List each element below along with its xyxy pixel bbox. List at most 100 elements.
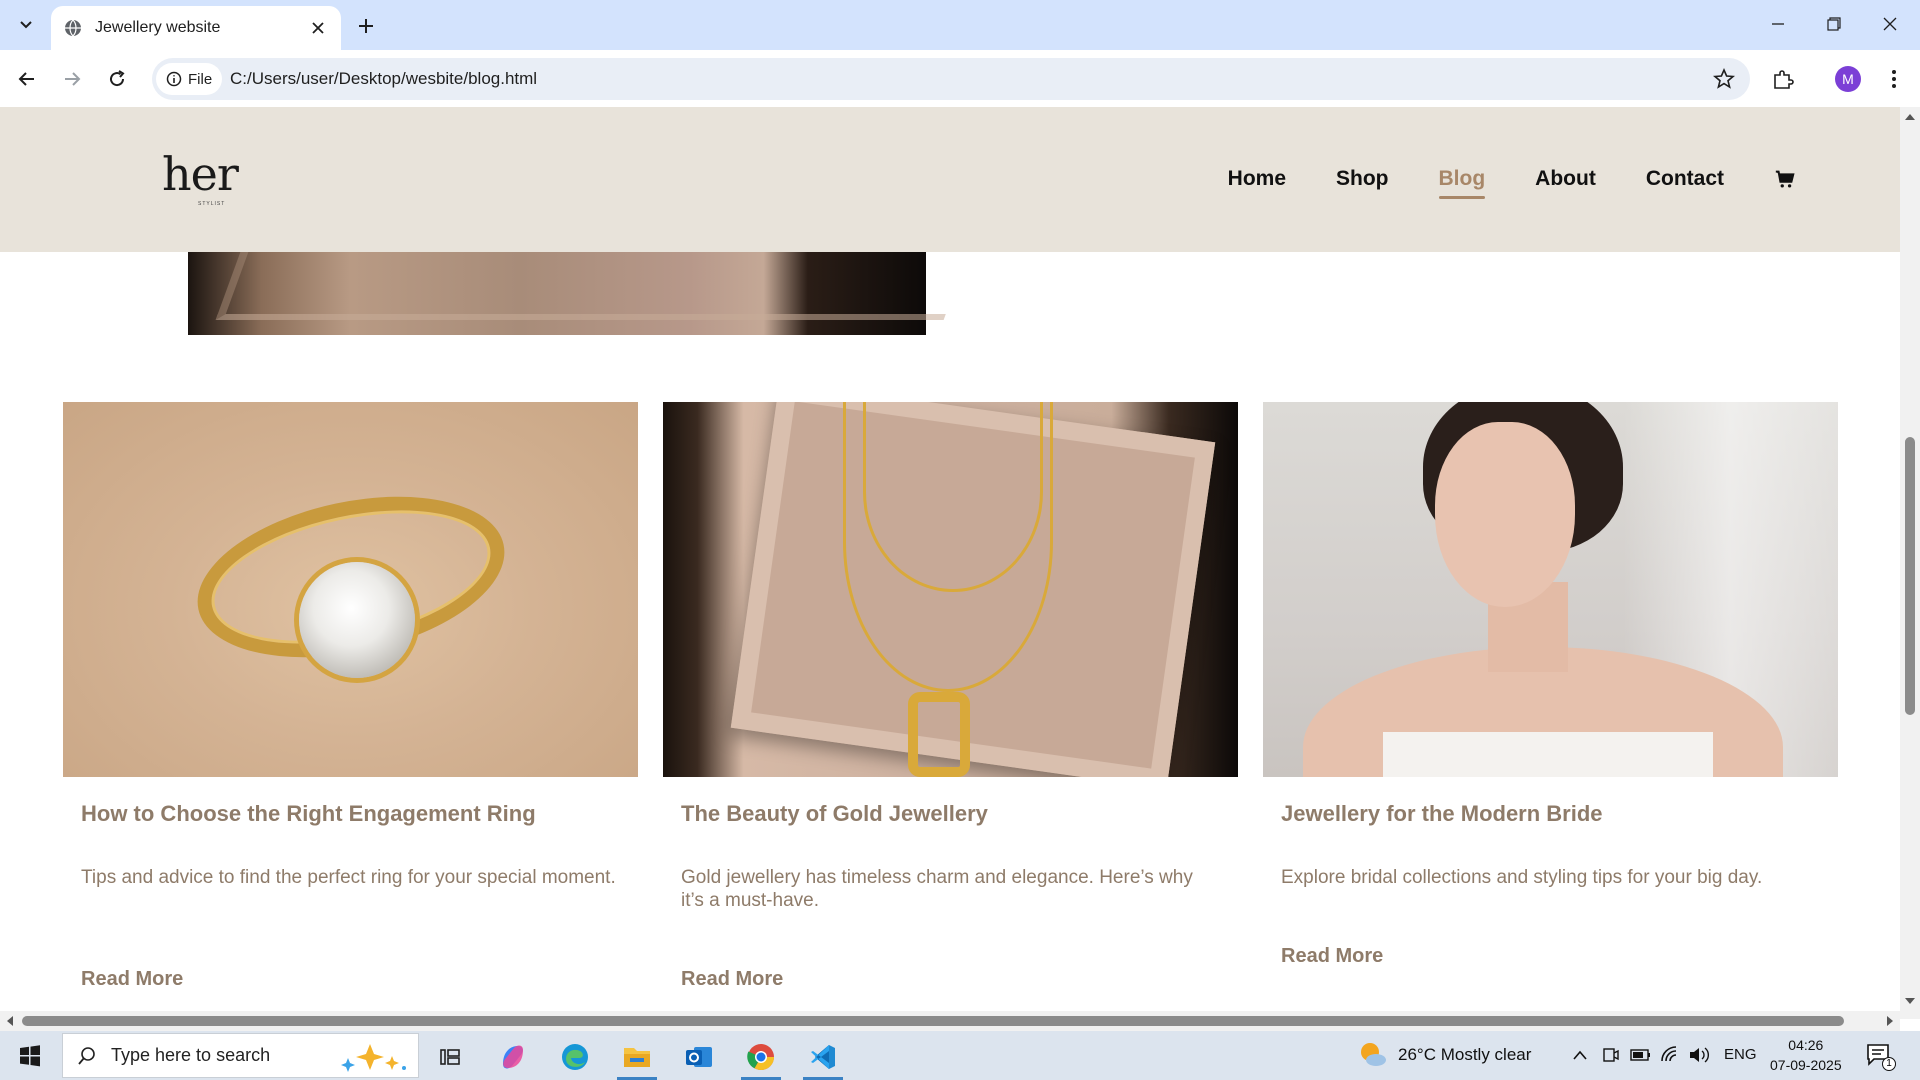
weather-moon-cloud-icon[interactable]: [1358, 1041, 1388, 1069]
read-more-link[interactable]: Read More: [681, 968, 783, 991]
profile-avatar[interactable]: M: [1835, 66, 1861, 92]
sparkle-icon: [341, 1044, 406, 1072]
search-icon: [78, 1046, 95, 1065]
globe-icon: [65, 19, 81, 37]
reload-icon: [110, 70, 125, 87]
meet-now-icon[interactable]: [1602, 1045, 1620, 1065]
browser-menu-button[interactable]: [1880, 62, 1908, 96]
volume-icon[interactable]: [1688, 1045, 1710, 1065]
bookmark-star-icon[interactable]: [1712, 67, 1736, 91]
scroll-right-arrow-icon[interactable]: [1884, 1015, 1896, 1027]
site-header: her STYLIST Home Shop Blog About Contact: [0, 107, 1900, 252]
tab-title: Jewellery website: [95, 19, 221, 36]
taskbar-clock[interactable]: 04:26 07-09-2025: [1770, 1035, 1842, 1075]
logo-text: her: [162, 147, 239, 201]
taskbar-search-box[interactable]: Type here to search: [62, 1033, 419, 1078]
scroll-left-arrow-icon[interactable]: [4, 1015, 16, 1027]
task-view-icon: [440, 1049, 460, 1065]
puzzle-icon: [1774, 70, 1794, 89]
browser-toolbar: File C:/Users/user/Desktop/wesbite/blog.…: [0, 50, 1920, 107]
main-nav: Home Shop Blog About Contact: [1228, 167, 1796, 199]
address-bar[interactable]: File C:/Users/user/Desktop/wesbite/blog.…: [152, 58, 1750, 100]
chevron-down-icon: [20, 21, 32, 29]
nav-shop[interactable]: Shop: [1336, 167, 1389, 191]
windows-taskbar: Type here to search 26°C Mostly clear EN…: [0, 1031, 1920, 1080]
forward-button[interactable]: [55, 62, 89, 96]
blog-card: Jewellery for the Modern Bride Explore b…: [1263, 402, 1838, 991]
restore-icon: [1827, 17, 1841, 31]
reload-button[interactable]: [100, 62, 134, 96]
blog-card: How to Choose the Right Engagement Ring …: [63, 402, 638, 991]
arrow-left-icon: [18, 72, 34, 86]
page-viewport: her STYLIST Home Shop Blog About Contact…: [0, 107, 1900, 1019]
horizontal-scroll-thumb[interactable]: [22, 1016, 1844, 1026]
vscode-icon: [811, 1045, 835, 1069]
input-language[interactable]: ENG: [1724, 1046, 1757, 1063]
logo-subtext: STYLIST: [198, 201, 226, 207]
scroll-up-arrow-icon[interactable]: [1904, 111, 1916, 123]
minimize-button[interactable]: [1758, 6, 1798, 42]
horizontal-scrollbar[interactable]: [0, 1011, 1900, 1031]
modern-bride-image: [1263, 402, 1838, 777]
taskbar-file-explorer[interactable]: [612, 1037, 662, 1080]
extensions-button[interactable]: [1766, 62, 1800, 96]
weather-text[interactable]: 26°C Mostly clear: [1398, 1045, 1531, 1065]
blog-card-description: Gold jewellery has timeless charm and el…: [681, 867, 1193, 912]
chevron-up-icon[interactable]: [1572, 1049, 1588, 1061]
taskbar-vscode[interactable]: [798, 1037, 848, 1080]
close-icon: [1883, 17, 1897, 31]
tab-search-button[interactable]: [10, 9, 42, 41]
nav-blog[interactable]: Blog: [1438, 167, 1485, 199]
read-more-link[interactable]: Read More: [1281, 945, 1383, 968]
browser-tab-active[interactable]: Jewellery website: [51, 6, 341, 50]
featured-post-image: [188, 252, 926, 335]
plus-icon: [359, 19, 373, 33]
blog-card-description: Explore bridal collections and styling t…: [1281, 867, 1763, 889]
vertical-scrollbar[interactable]: [1900, 107, 1920, 1019]
new-tab-button[interactable]: [352, 12, 380, 40]
cart-icon[interactable]: [1774, 168, 1796, 190]
more-vertical-icon: [1892, 70, 1896, 88]
outlook-icon: [686, 1047, 712, 1067]
browser-tab-bar: Jewellery website: [0, 0, 1920, 50]
blog-card-description: Tips and advice to find the perfect ring…: [81, 867, 616, 889]
taskbar-copilot[interactable]: [488, 1037, 538, 1077]
taskbar-chrome[interactable]: [736, 1037, 786, 1080]
folder-icon: [624, 1048, 650, 1067]
engagement-ring-image: [63, 402, 638, 777]
taskbar-search-placeholder: Type here to search: [111, 1045, 271, 1065]
minimize-icon: [1772, 23, 1784, 25]
back-button[interactable]: [10, 62, 44, 96]
taskbar-outlook[interactable]: [674, 1037, 724, 1077]
battery-icon[interactable]: [1630, 1048, 1652, 1062]
notification-count-badge: 1: [1882, 1057, 1896, 1071]
nav-contact[interactable]: Contact: [1646, 167, 1724, 191]
wifi-icon[interactable]: [1660, 1045, 1682, 1065]
clock-time: 04:26: [1788, 1037, 1824, 1053]
copilot-icon: [503, 1045, 523, 1069]
vertical-scroll-thumb[interactable]: [1905, 437, 1915, 715]
url-text[interactable]: C:/Users/user/Desktop/wesbite/blog.html: [230, 69, 537, 89]
site-info-button[interactable]: File: [156, 63, 222, 95]
site-logo[interactable]: her STYLIST: [162, 147, 239, 207]
chrome-icon: [747, 1044, 775, 1071]
clock-date: 07-09-2025: [1770, 1057, 1842, 1073]
edge-icon: [562, 1044, 588, 1070]
blog-card: The Beauty of Gold Jewellery Gold jewell…: [663, 402, 1238, 991]
taskbar-edge[interactable]: [550, 1037, 600, 1077]
info-icon: [166, 71, 182, 87]
read-more-link[interactable]: Read More: [81, 968, 183, 991]
blog-card-title: Jewellery for the Modern Bride: [1281, 801, 1603, 826]
close-window-button[interactable]: [1870, 6, 1910, 42]
scroll-down-arrow-icon[interactable]: [1904, 995, 1916, 1007]
blog-post-grid: How to Choose the Right Engagement Ring …: [63, 402, 1839, 991]
nav-home[interactable]: Home: [1228, 167, 1286, 191]
blog-card-title: The Beauty of Gold Jewellery: [681, 801, 988, 826]
gold-necklace-image: [663, 402, 1238, 777]
nav-about[interactable]: About: [1535, 167, 1596, 191]
arrow-right-icon: [65, 72, 81, 86]
task-view-button[interactable]: [425, 1037, 475, 1077]
windows-start-icon[interactable]: [12, 1041, 48, 1071]
tab-close-button[interactable]: [307, 17, 329, 39]
restore-button[interactable]: [1814, 6, 1854, 42]
